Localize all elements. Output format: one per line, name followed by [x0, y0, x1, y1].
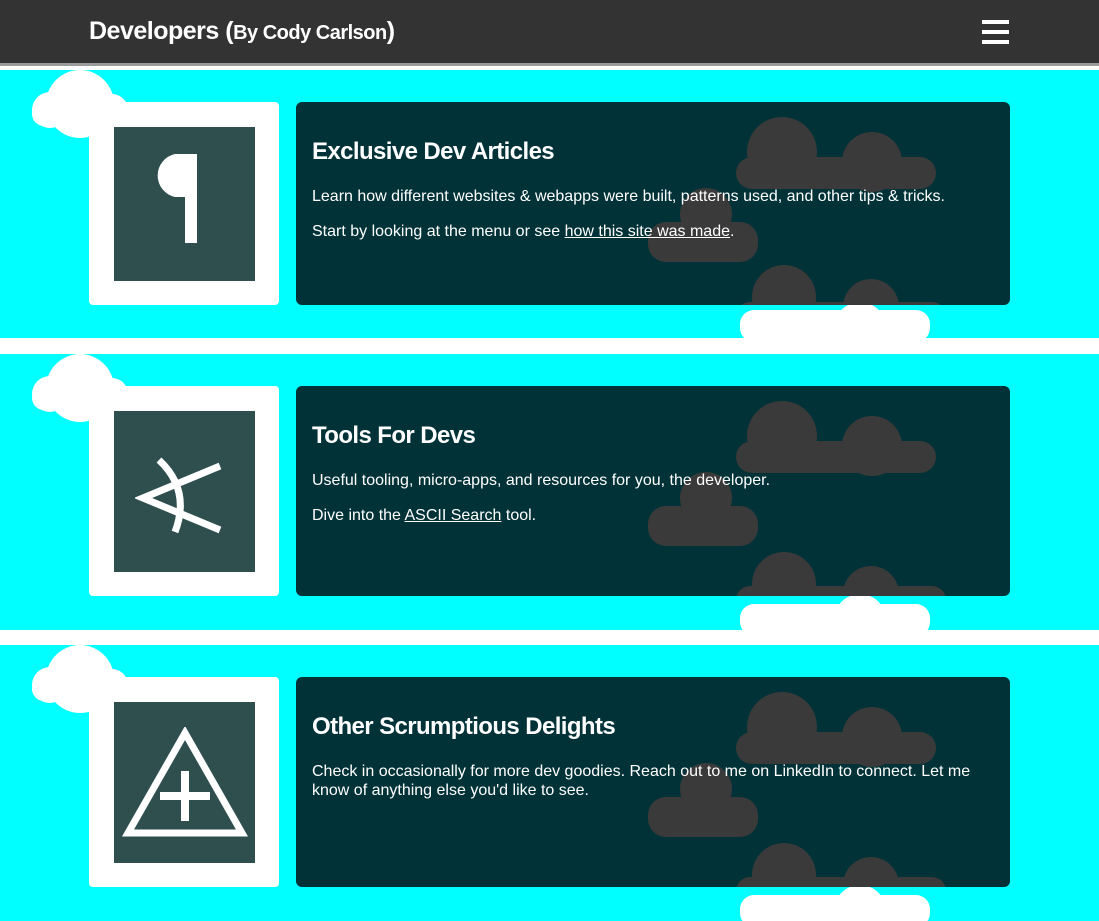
card-cta: Start by looking at the menu or see how … — [312, 222, 982, 241]
card-description: Useful tooling, micro-apps, and resource… — [312, 472, 771, 489]
ascii-search-link[interactable]: ASCII Search — [405, 507, 502, 524]
card-description: Check in occasionally for more dev goodi… — [312, 763, 971, 799]
card-cta: Dive into the ASCII Search tool. — [312, 506, 982, 525]
icon-frame — [89, 386, 279, 596]
card-dev-tools: Tools For Devs Useful tooling, micro-app… — [296, 386, 1010, 596]
triangle-plus-icon — [121, 726, 248, 836]
section-dev-articles: Exclusive Dev Articles Learn how differe… — [0, 70, 1099, 338]
icon-frame — [89, 677, 279, 887]
site-title[interactable]: Developers (By Cody Carlson) — [89, 17, 395, 46]
cta-text: Start by looking at the menu or see — [312, 223, 565, 240]
ascii-symbol-icon — [134, 456, 221, 533]
site-byline: By Cody Carlson — [233, 22, 387, 44]
menu-bar — [982, 40, 1009, 44]
section-dev-tools: Tools For Devs Useful tooling, micro-app… — [0, 354, 1099, 630]
hamburger-menu-icon[interactable] — [982, 18, 1009, 46]
card-title: Exclusive Dev Articles — [312, 138, 555, 165]
icon-tile — [114, 127, 255, 281]
icon-frame — [89, 102, 279, 305]
card-title: Other Scrumptious Delights — [312, 713, 616, 740]
menu-bar — [982, 30, 1009, 34]
byline-paren-close: ) — [386, 17, 395, 45]
cta-suffix: . — [730, 223, 735, 240]
cloud-decoration — [648, 401, 946, 596]
cta-suffix: tool. — [501, 507, 537, 524]
icon-tile — [114, 702, 255, 863]
menu-bar — [982, 20, 1009, 24]
card-other-delights: Other Scrumptious Delights Check in occa… — [296, 677, 1010, 887]
pilcrow-icon — [157, 154, 197, 243]
site-header: Developers (By Cody Carlson) — [0, 0, 1099, 66]
card-dev-articles: Exclusive Dev Articles Learn how differe… — [296, 102, 1010, 305]
card-description: Learn how different websites & webapps w… — [312, 188, 945, 205]
card-title: Tools For Devs — [312, 422, 476, 449]
section-other-delights: Other Scrumptious Delights Check in occa… — [0, 645, 1099, 921]
cta-text: Dive into the — [312, 507, 405, 524]
icon-tile — [114, 411, 255, 572]
byline-paren-open: ( — [225, 17, 234, 45]
how-site-made-link[interactable]: how this site was made — [565, 223, 730, 240]
site-title-text: Developers — [89, 17, 219, 45]
